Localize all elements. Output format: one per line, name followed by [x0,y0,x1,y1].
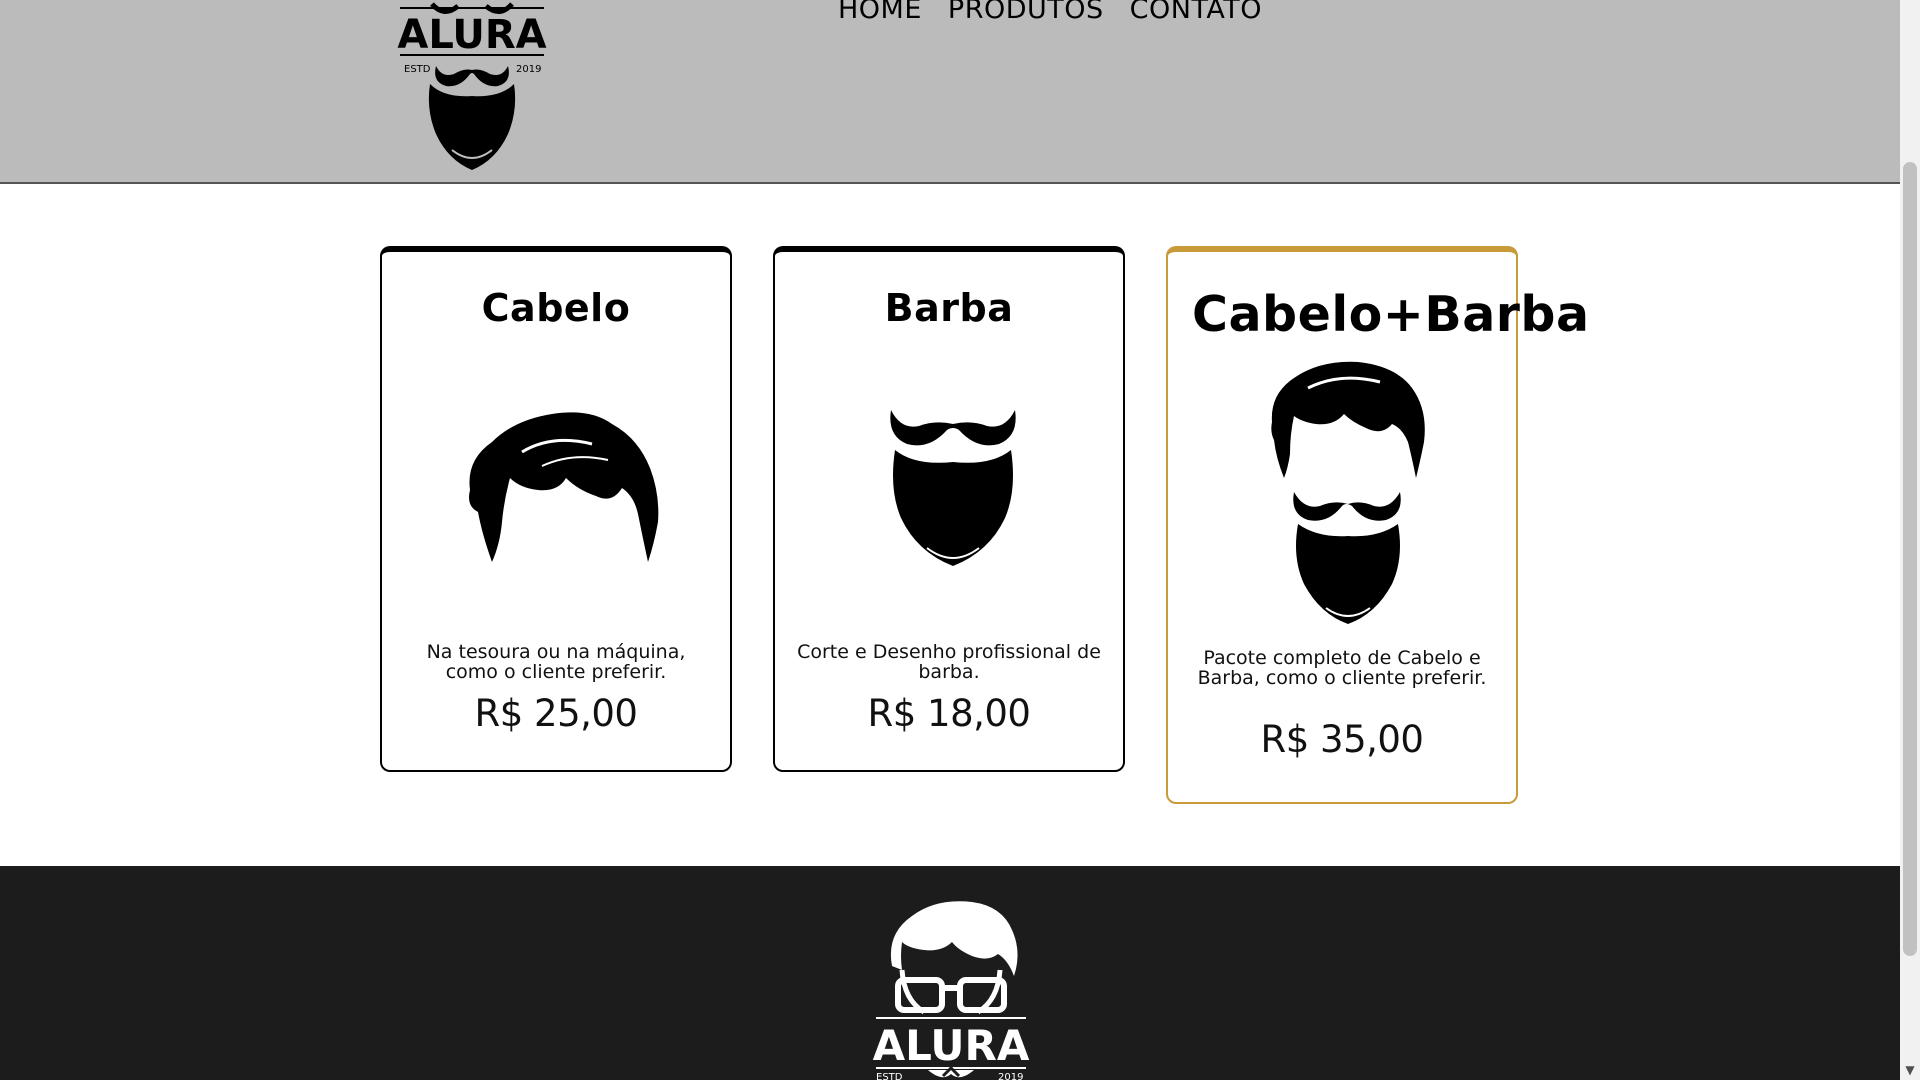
product-title: Cabelo [481,286,631,330]
logo-brand-text: ALURA [397,12,546,58]
product-description: Corte e Desenho profissional de barba. [797,641,1101,683]
header-logo-link[interactable]: ALURA ESTD 2019 [392,0,552,172]
alura-logo-icon: ALURA ESTD 2019 [397,2,547,170]
page-scrollbar[interactable]: ▼ [1900,0,1920,1080]
product-card-cabelo-barba: Cabelo+Barba Pacote completo de Cabelo e… [1166,246,1589,804]
page-viewport: ALURA ESTD 2019 HOME PRODUTOS CONTATO Ca… [0,0,1900,1080]
product-card-barba: Barba Corte e Desenho profissional de ba… [773,246,1125,772]
site-footer: ALURA ESTD 2019 [0,866,1900,1080]
product-description: Na tesoura ou na máquina, como o cliente… [426,641,686,683]
scroll-down-arrow-icon[interactable]: ▼ [1900,1060,1920,1080]
hair-icon [469,412,659,562]
product-price: R$ 35,00 [1260,718,1424,761]
product-title: Barba [884,286,1014,330]
product-price: R$ 25,00 [474,692,638,735]
nav-produtos-link[interactable]: PRODUTOS [948,0,1104,28]
main-nav: HOME PRODUTOS CONTATO [838,0,1262,28]
nav-contato-link[interactable]: CONTATO [1130,0,1262,28]
product-card-cabelo: Cabelo Na tesoura ou na máquina, como o … [380,246,732,772]
site-header: ALURA ESTD 2019 HOME PRODUTOS CONTATO [0,0,1900,184]
alura-logo-white-icon: ALURA ESTD 2019 [873,901,1030,1080]
beard-icon [890,410,1016,566]
nav-home-link[interactable]: HOME [838,0,922,28]
footer-logo-year-text: 2019 [998,1072,1023,1080]
logo-year-text: 2019 [516,64,541,75]
product-price: R$ 18,00 [867,692,1031,735]
logo-estd-text: ESTD [404,64,431,75]
hair-and-beard-icon [1271,361,1425,624]
scrollbar-thumb[interactable] [1903,162,1917,956]
footer-logo-estd-text: ESTD [876,1072,903,1080]
product-title: Cabelo+Barba [1192,286,1590,343]
products-section: Cabelo Na tesoura ou na máquina, como o … [0,186,1900,866]
back-to-top-chevron-icon[interactable] [940,1062,962,1080]
product-description: Pacote completo de Cabelo e Barba, como … [1197,647,1487,689]
